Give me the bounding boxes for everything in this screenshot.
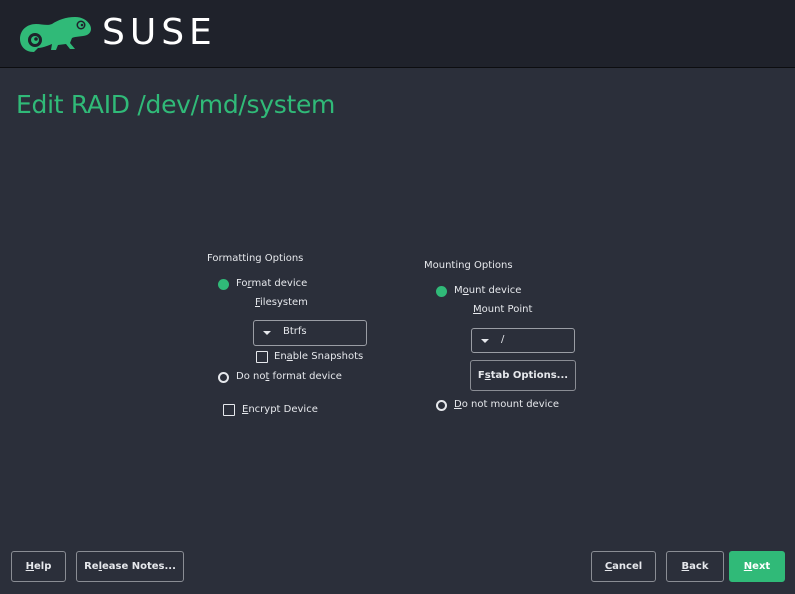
mount-point-combo[interactable]: / — [471, 328, 575, 353]
suse-brand-text: SUSE — [102, 12, 217, 53]
do-not-format-label[interactable]: Do not format device — [236, 371, 342, 382]
do-not-format-radio[interactable] — [218, 372, 229, 383]
filesystem-value: Btrfs — [283, 326, 307, 337]
mounting-options-heading: Mounting Options — [424, 260, 513, 271]
do-not-mount-label[interactable]: Do not mount device — [454, 399, 559, 410]
mount-device-radio[interactable] — [436, 286, 447, 297]
enable-snapshots-checkbox[interactable] — [256, 351, 268, 363]
next-button[interactable]: Next — [729, 551, 785, 582]
help-button[interactable]: Help — [11, 551, 66, 582]
header-bar: SUSE — [0, 0, 795, 68]
dropdown-arrow-icon — [481, 339, 489, 343]
mount-device-label[interactable]: Mount device — [454, 285, 521, 296]
encrypt-device-checkbox[interactable] — [223, 404, 235, 416]
format-device-radio[interactable] — [218, 279, 229, 290]
formatting-options-heading: Formatting Options — [207, 253, 304, 264]
enable-snapshots-label[interactable]: Enable Snapshots — [274, 351, 363, 362]
chameleon-logo-icon — [20, 17, 91, 52]
mount-point-label: Mount Point — [473, 304, 533, 315]
cancel-button[interactable]: Cancel — [591, 551, 656, 582]
fstab-options-button[interactable]: Fs tab Options... — [470, 360, 576, 391]
do-not-mount-radio[interactable] — [436, 400, 447, 411]
dropdown-arrow-icon — [263, 331, 271, 335]
release-notes-button[interactable]: Re l ease Notes... — [76, 551, 184, 582]
back-button[interactable]: Back — [666, 551, 724, 582]
mount-point-value: / — [501, 334, 505, 345]
filesystem-label: Filesystem — [255, 297, 308, 308]
format-device-label[interactable]: Format device — [236, 278, 307, 289]
encrypt-device-label[interactable]: Encrypt Device — [242, 404, 318, 415]
page-title: Edit RAID /dev/md/system — [16, 90, 336, 119]
filesystem-combo[interactable]: Btrfs — [253, 320, 367, 346]
